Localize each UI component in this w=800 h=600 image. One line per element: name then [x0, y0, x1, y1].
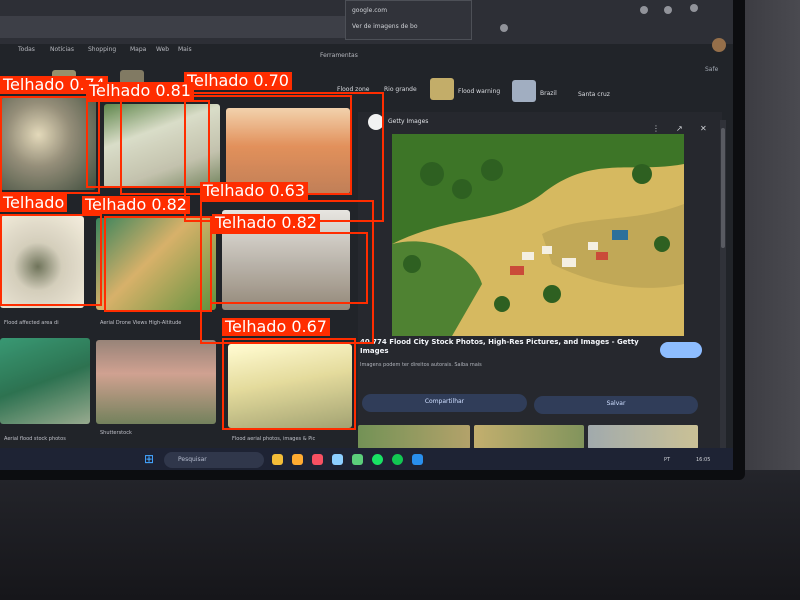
- tab-web[interactable]: Web: [156, 46, 169, 53]
- tab-all[interactable]: Todas: [18, 46, 35, 53]
- detection-label: Telhado 0.82: [212, 214, 320, 232]
- result-image[interactable]: [96, 340, 216, 424]
- dropdown-item-2[interactable]: Ver de imagens de bo: [352, 23, 418, 30]
- detection-class: Telhado: [203, 181, 265, 200]
- chip-santa-cruz[interactable]: Santa cruz: [578, 91, 610, 98]
- detection-label: Telhado 0.70: [184, 72, 292, 90]
- flood-aerial-photo: [392, 134, 684, 336]
- extension-icon[interactable]: [500, 24, 508, 32]
- chip-thumbnail[interactable]: [512, 80, 536, 102]
- menu-icon[interactable]: [664, 6, 672, 14]
- result-image[interactable]: [0, 338, 90, 424]
- windows-taskbar: [0, 448, 733, 470]
- preview-title[interactable]: 40 774 Flood City Stock Photos, High-Res…: [360, 338, 656, 356]
- related-image[interactable]: [588, 425, 698, 449]
- detection-score: 0.82: [281, 213, 317, 232]
- desk-surface: [0, 470, 800, 600]
- tab-maps[interactable]: Mapa: [130, 46, 146, 53]
- related-image[interactable]: [358, 425, 470, 449]
- image-caption[interactable]: Shutterstock: [100, 430, 132, 436]
- detection-score: 0.82: [151, 195, 187, 214]
- app-icon[interactable]: [352, 454, 363, 465]
- app-icon[interactable]: [312, 454, 323, 465]
- spotify-icon[interactable]: [392, 454, 403, 465]
- app-icon[interactable]: [332, 454, 343, 465]
- image-caption[interactable]: Flood affected area di: [4, 320, 59, 326]
- detection-score: 0.63: [269, 181, 305, 200]
- preview-meta: Imagens podem ter direitos autorais. Sai…: [360, 362, 482, 368]
- image-caption[interactable]: Aerial Drone Views High-Altitude: [100, 320, 181, 326]
- detection-box: [210, 232, 368, 304]
- tray-clock[interactable]: 16:05: [696, 457, 710, 463]
- search-tabs: Todas Notícias Shopping Mapa Web Mais: [0, 44, 733, 58]
- detection-label: Telhado 0.67: [222, 318, 330, 336]
- detection-class: Telhado: [225, 317, 287, 336]
- more-icon[interactable]: ⋮: [652, 124, 660, 133]
- detection-label: Telhado 0.82: [82, 196, 190, 214]
- detection-box: [222, 338, 356, 430]
- image-caption[interactable]: Aerial flood stock photos: [4, 436, 66, 442]
- share-button-label: Compartilhar: [424, 398, 465, 405]
- start-menu-icon[interactable]: ⊞: [144, 452, 154, 466]
- profile-icon[interactable]: [640, 6, 648, 14]
- detection-score: 0.81: [155, 81, 191, 100]
- share-button[interactable]: Compartilhar: [362, 394, 527, 412]
- vscode-icon[interactable]: [412, 454, 423, 465]
- store-icon[interactable]: [292, 454, 303, 465]
- detection-box: [0, 96, 100, 194]
- related-image[interactable]: [474, 425, 584, 449]
- expand-icon[interactable]: ↗: [676, 124, 683, 133]
- chip-flood-warning[interactable]: Flood warning: [458, 88, 500, 95]
- detection-class: Telhado: [3, 75, 65, 94]
- preview-source[interactable]: Getty Images: [388, 118, 428, 125]
- tray-language[interactable]: PT: [664, 457, 670, 463]
- image-caption[interactable]: Flood aerial photos, images & Pic: [232, 436, 315, 442]
- chip-rio-grande[interactable]: Rio grande: [384, 86, 417, 93]
- detection-class: Telhado: [187, 71, 249, 90]
- detection-label: Telhado: [0, 193, 68, 212]
- detection-score: 0.70: [253, 71, 289, 90]
- preview-image[interactable]: [392, 134, 684, 336]
- detection-class: Telhado: [215, 213, 277, 232]
- tab-shopping[interactable]: Shopping: [88, 46, 116, 53]
- whatsapp-icon[interactable]: [372, 454, 383, 465]
- taskbar-search-label: Pesquisar: [178, 456, 207, 463]
- detection-score: 0.67: [291, 317, 327, 336]
- visit-button[interactable]: [660, 342, 702, 358]
- autocomplete-dropdown[interactable]: google.com Ver de imagens de bo: [345, 0, 472, 40]
- tab-news[interactable]: Notícias: [50, 46, 74, 53]
- detection-class: Telhado: [85, 195, 147, 214]
- detection-class: Telhado: [3, 193, 65, 212]
- detection-box: [0, 214, 102, 306]
- photo-scene: google.com Ver de imagens de bo Todas No…: [0, 0, 800, 600]
- dropdown-item-1[interactable]: google.com: [352, 7, 387, 14]
- tab-more[interactable]: Mais: [178, 46, 192, 53]
- detection-label: Telhado 0.81: [86, 82, 194, 100]
- scrollbar-thumb[interactable]: [721, 128, 725, 248]
- detection-box: [104, 216, 212, 312]
- close-icon[interactable]: ✕: [700, 124, 707, 133]
- chip-brazil[interactable]: Brazil: [540, 90, 557, 97]
- detection-label: Telhado 0.63: [200, 182, 308, 200]
- chip-thumbnail[interactable]: [430, 78, 454, 100]
- save-button-label: Salvar: [606, 400, 626, 407]
- file-explorer-icon[interactable]: [272, 454, 283, 465]
- settings-icon[interactable]: [690, 4, 698, 12]
- save-button[interactable]: Salvar: [534, 396, 698, 414]
- detection-class: Telhado: [89, 81, 151, 100]
- tools-button[interactable]: Ferramentas: [320, 52, 358, 59]
